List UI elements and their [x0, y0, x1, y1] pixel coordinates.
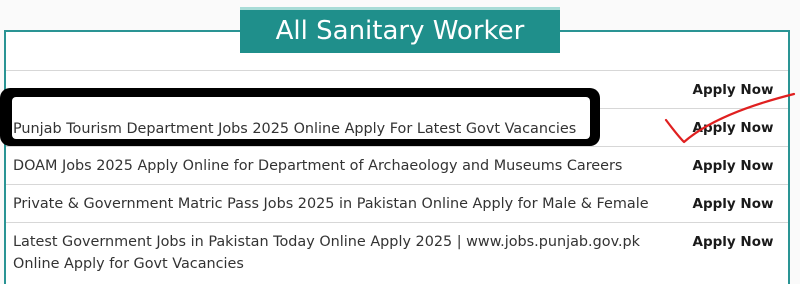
list-item: DOAM Jobs 2025 Apply Online for Departme…: [6, 146, 788, 184]
list-item: Private & Government Matric Pass Jobs 20…: [6, 184, 788, 222]
apply-now-button[interactable]: Apply Now: [678, 185, 788, 212]
highlighted-job-title[interactable]: Punjab Tourism Department Jobs 2025 Onli…: [12, 118, 590, 140]
job-title-link[interactable]: Private & Government Matric Pass Jobs 20…: [6, 187, 678, 221]
list-item: Latest Government Jobs in Pakistan Today…: [6, 222, 788, 283]
job-title-link[interactable]: DOAM Jobs 2025 Apply Online for Departme…: [6, 149, 678, 183]
apply-now-button[interactable]: Apply Now: [678, 147, 788, 174]
section-title: All Sanitary Worker: [240, 7, 560, 53]
screenshot-frame: All Sanitary Worker Apply Now Punjab Tou…: [0, 0, 800, 284]
check-mark-icon: [664, 92, 796, 144]
job-title-link[interactable]: Latest Government Jobs in Pakistan Today…: [6, 223, 678, 283]
apply-now-button[interactable]: Apply Now: [678, 223, 788, 250]
